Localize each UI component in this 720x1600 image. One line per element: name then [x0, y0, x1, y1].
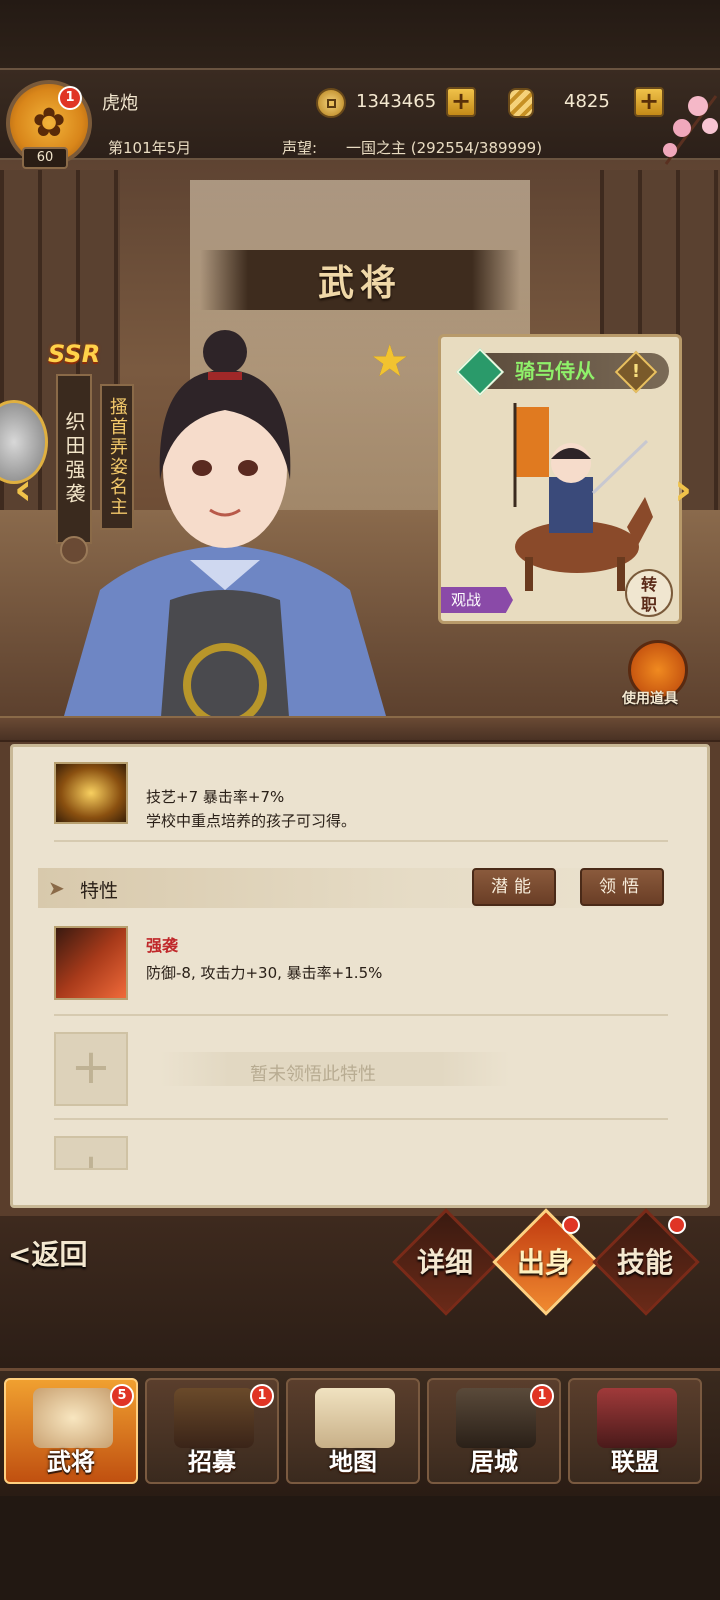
nav-map-label: 地图 [329, 1448, 377, 1476]
chevron-left-icon[interactable]: ‹ [14, 464, 32, 515]
nav-alliance[interactable]: 联盟 [568, 1378, 702, 1484]
assault-trait-icon [54, 926, 128, 1000]
clan-crest-icon: ✿ [32, 100, 66, 146]
tab-skill[interactable]: 技能 [600, 1228, 690, 1298]
trait-effect: 防御-8, 攻击力+30, 暴击率+1.5% [146, 964, 383, 982]
player-name: 虎炮 [102, 93, 138, 114]
trait-name: 强袭 [146, 936, 179, 955]
alliance-fan-icon [597, 1388, 677, 1448]
samurai-helmet-icon [33, 1388, 113, 1448]
job-transfer-label: 转职 [640, 575, 657, 614]
potential-button[interactable]: 潜能 [472, 868, 556, 906]
copper-amount: 1343465 [356, 91, 437, 112]
use-item-label[interactable]: 使用道具 [622, 688, 678, 708]
mounted-unit-illustration [513, 403, 653, 591]
map-scroll-icon [315, 1388, 395, 1448]
game-screen: ✿ 1 60 虎炮 1343465 + 4825 + 第101年5月 声望: 一… [0, 0, 720, 1600]
tab-origin[interactable]: 出身 [500, 1228, 590, 1298]
nav-generals-badge: 5 [110, 1384, 134, 1408]
gold-amount: 4825 [564, 91, 610, 112]
comprehend-button[interactable]: 领悟 [580, 868, 664, 906]
gold-ingot-icon [508, 88, 534, 118]
arrow-right-icon: ➤ [48, 876, 65, 900]
copper-coin-icon [316, 88, 346, 118]
nav-recruit-label: 招募 [188, 1448, 236, 1476]
page-title-banner: 武将 [200, 250, 520, 310]
divider [54, 840, 668, 842]
panel-divider [0, 716, 720, 742]
divider [54, 1118, 668, 1120]
reputation-value: 一国之主 (292554/389999) [346, 139, 543, 157]
empty-trait-label: 暂未领悟此特性 [250, 1064, 376, 1085]
bottom-band [0, 1496, 720, 1600]
top-band [0, 0, 720, 70]
tab-origin-badge [562, 1216, 580, 1234]
skill-stats: 技艺+7 暴击率+7% [146, 788, 285, 806]
cherry-blossom-decoration [663, 95, 718, 165]
nav-recruit-badge: 1 [250, 1384, 274, 1408]
tab-skill-badge [668, 1216, 686, 1234]
skill-description: 学校中重点培养的孩子可习得。 [146, 812, 357, 830]
game-date: 第101年5月 [108, 139, 192, 157]
nav-castle-label: 居城 [470, 1448, 518, 1476]
page-title: 武将 [317, 263, 402, 304]
unit-card[interactable]: 骑马侍从 ! 观战 转职 [438, 334, 682, 624]
castle-icon [456, 1388, 536, 1448]
reputation-label: 声望: [282, 139, 318, 157]
spectate-tag[interactable]: 观战 [441, 587, 513, 613]
divider [54, 1014, 668, 1016]
nav-alliance-label: 联盟 [611, 1448, 659, 1476]
skill-sun-icon [54, 762, 128, 824]
add-copper-button[interactable]: + [446, 87, 476, 117]
tab-detail[interactable]: 详细 [400, 1228, 490, 1298]
recruit-weapon-icon [174, 1388, 254, 1448]
empty-trait-slot[interactable]: + [54, 1136, 128, 1170]
general-portrait [60, 330, 390, 730]
avatar-notification-badge: 1 [58, 86, 82, 110]
nav-castle-badge: 1 [530, 1384, 554, 1408]
player-level: 60 [22, 147, 68, 169]
back-button[interactable]: <返回 [8, 1230, 118, 1280]
empty-trait-slot[interactable]: + [54, 1032, 128, 1106]
job-transfer-button[interactable]: 转职 [625, 569, 673, 617]
chevron-right-icon[interactable]: › [674, 464, 692, 515]
nav-generals-label: 武将 [47, 1448, 95, 1476]
favorite-star-icon[interactable]: ★ [370, 336, 409, 387]
traits-section-label: 特性 [80, 880, 119, 902]
nav-map[interactable]: 地图 [286, 1378, 420, 1484]
